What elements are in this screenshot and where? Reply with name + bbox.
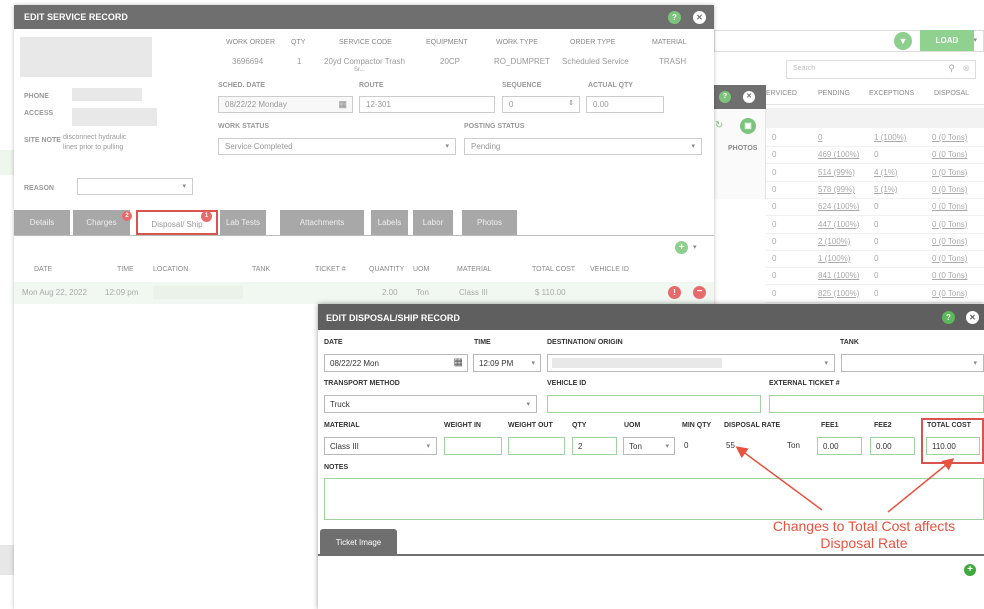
arrow-to-total-cost [887, 458, 955, 513]
annotation-text: Changes to Total Cost affects Disposal R… [772, 518, 956, 551]
arrow-to-disposal-rate [735, 446, 823, 511]
